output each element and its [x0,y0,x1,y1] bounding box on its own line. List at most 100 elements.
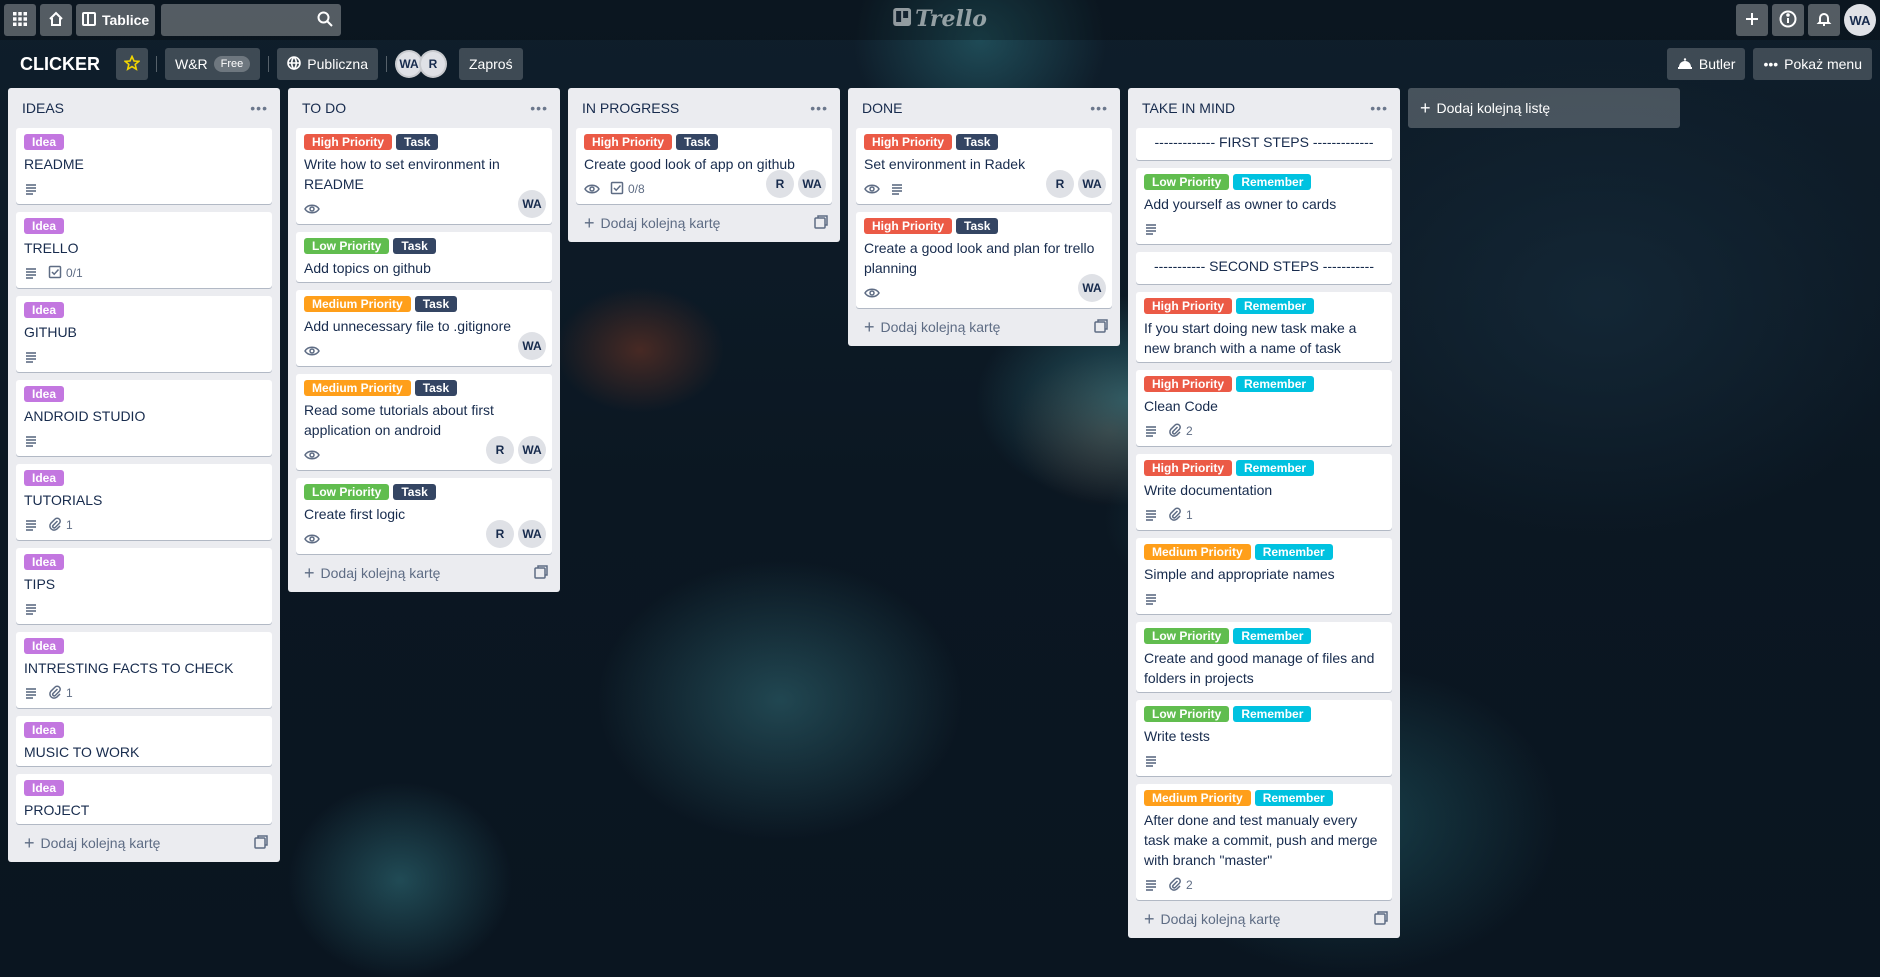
card-label[interactable]: Task [956,218,999,234]
member-avatar[interactable]: WA [518,436,546,464]
card-label[interactable]: Medium Priority [304,296,411,312]
visibility-button[interactable]: Publiczna [277,48,378,80]
card-label[interactable]: Idea [24,780,65,796]
card[interactable]: Idea GITHUB [16,296,272,372]
invite-button[interactable]: Zaproś [459,48,523,80]
card-label[interactable]: Medium Priority [1144,544,1251,560]
card[interactable]: Idea INTRESTING FACTS TO CHECK 1 [16,632,272,708]
card[interactable]: Idea TIPS [16,548,272,624]
member-avatar[interactable]: R [486,436,514,464]
card-label[interactable]: High Priority [1144,460,1233,476]
card[interactable]: High Priority Remember Clean Code 2 [1136,370,1392,446]
card[interactable]: Low Priority Remember Add yourself as owne… [1136,168,1392,244]
list-header[interactable]: IDEAS ••• [16,88,272,128]
list-title[interactable]: IN PROGRESS [582,100,679,116]
card[interactable]: High Priority Task Create a good look and … [856,212,1112,308]
list-menu-icon[interactable]: ••• [810,100,828,116]
member-avatar[interactable]: WA [1078,170,1106,198]
card-label[interactable]: Remember [1254,544,1333,560]
card[interactable]: Low Priority Remember Create and good mana… [1136,622,1392,692]
member-avatar[interactable]: WA [518,520,546,548]
card-label[interactable]: Task [396,134,439,150]
card-label[interactable]: High Priority [864,218,953,234]
card[interactable]: Idea README [16,128,272,204]
card-label[interactable]: Remember [1254,790,1333,806]
card-label[interactable]: Idea [24,722,65,738]
list-header[interactable]: TO DO ••• [296,88,552,128]
list-title[interactable]: DONE [862,100,902,116]
list-header[interactable]: IN PROGRESS ••• [576,88,832,128]
card-label[interactable]: Low Priority [1144,628,1230,644]
home-button[interactable] [40,4,72,36]
card-label[interactable]: Idea [24,302,65,318]
member-avatar[interactable]: R [419,50,447,78]
card[interactable]: High Priority Remember Write documentation… [1136,454,1392,530]
card-label[interactable]: High Priority [864,134,953,150]
card-label[interactable]: High Priority [1144,298,1233,314]
create-button[interactable] [1736,4,1768,36]
card[interactable]: Idea TUTORIALS 1 [16,464,272,540]
card[interactable]: High Priority Task Set environment in Rade… [856,128,1112,204]
board-title[interactable]: CLICKER [12,54,108,75]
list-title[interactable]: TAKE IN MIND [1142,100,1235,116]
card-label[interactable]: Low Priority [1144,706,1230,722]
template-icon[interactable] [1374,910,1388,928]
list-header[interactable]: DONE ••• [856,88,1112,128]
card[interactable]: Medium Priority Task Add unnecessary file … [296,290,552,366]
card-label[interactable]: Task [414,380,458,396]
star-button[interactable] [116,48,148,80]
card[interactable]: Idea MUSIC TO WORK [16,716,272,766]
card[interactable]: Idea PROJECT [16,774,272,824]
card[interactable]: Low Priority Task Add topics on github [296,232,552,282]
member-avatar[interactable]: WA [1078,274,1106,302]
card-label[interactable]: High Priority [304,134,393,150]
boards-button[interactable]: Tablice [76,4,156,36]
card-label[interactable]: Low Priority [304,484,390,500]
template-icon[interactable] [1094,318,1108,336]
add-card-button[interactable]: + Dodaj kolejną kartę [16,824,272,862]
card-label[interactable]: Idea [24,470,65,486]
member-avatar[interactable]: WA [518,190,546,218]
list-menu-icon[interactable]: ••• [530,100,548,116]
card-label[interactable]: Medium Priority [304,380,411,396]
show-menu-button[interactable]: ••• Pokaż menu [1753,48,1872,80]
card-label[interactable]: High Priority [584,134,673,150]
card-label[interactable]: Low Priority [1144,174,1230,190]
trello-logo[interactable]: Trello [893,6,987,32]
card[interactable]: Medium Priority Remember Simple and approp… [1136,538,1392,614]
list-menu-icon[interactable]: ••• [1370,100,1388,116]
add-list-button[interactable]: + Dodaj kolejną listę [1408,88,1680,128]
card-label[interactable]: Remember [1236,376,1315,392]
card[interactable]: Medium Priority Remember After done and te… [1136,784,1392,900]
card-label[interactable]: Idea [24,134,65,150]
card[interactable]: Idea ANDROID STUDIO [16,380,272,456]
separator-card[interactable]: ----------- SECOND STEPS ----------- [1136,252,1392,284]
card-label[interactable]: Remember [1236,298,1315,314]
list-title[interactable]: TO DO [302,100,346,116]
butler-button[interactable]: Butler [1666,48,1746,80]
card-label[interactable]: Remember [1233,174,1312,190]
card[interactable]: High Priority Remember If you start doing … [1136,292,1392,362]
card-label[interactable]: Remember [1233,706,1312,722]
card[interactable]: Idea TRELLO 0/1 [16,212,272,288]
card[interactable]: Low Priority Remember Write tests [1136,700,1392,776]
list-menu-icon[interactable]: ••• [250,100,268,116]
card-label[interactable]: Task [393,238,436,254]
card-label[interactable]: Idea [24,218,65,234]
add-card-button[interactable]: + Dodaj kolejną kartę [856,308,1112,346]
add-card-button[interactable]: + Dodaj kolejną kartę [576,204,832,242]
apps-button[interactable] [4,4,36,36]
member-avatar[interactable]: WA [518,332,546,360]
card-label[interactable]: Task [393,484,436,500]
card-label[interactable]: Task [414,296,458,312]
card-label[interactable]: Idea [24,638,65,654]
member-avatar[interactable]: R [486,520,514,548]
card-label[interactable]: Remember [1233,628,1312,644]
member-avatar[interactable]: WA [798,170,826,198]
team-button[interactable]: W&R Free [165,48,261,80]
list-header[interactable]: TAKE IN MIND ••• [1136,88,1392,128]
template-icon[interactable] [254,834,268,852]
member-avatar[interactable]: R [766,170,794,198]
card-label[interactable]: Task [956,134,999,150]
notifications-button[interactable] [1808,4,1840,36]
